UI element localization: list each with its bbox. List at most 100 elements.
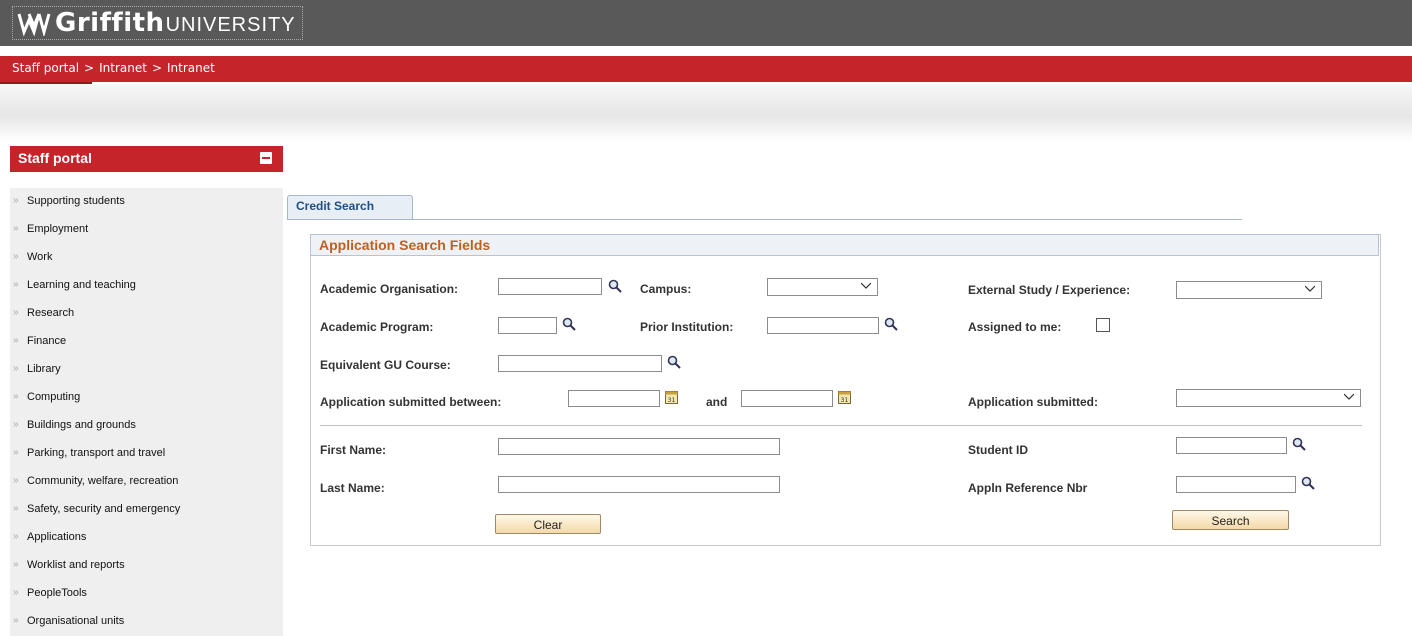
academic-organisation-label: Academic Organisation: xyxy=(320,282,459,296)
campus-select[interactable] xyxy=(767,278,878,296)
academic-program-input[interactable] xyxy=(498,317,557,334)
chevron-right-icon: » xyxy=(13,195,19,206)
sidebar-item-label: Community, welfare, recreation xyxy=(27,475,179,487)
sidebar-item-label: Finance xyxy=(27,335,67,347)
sidebar-item-label: Buildings and grounds xyxy=(27,419,136,431)
chevron-right-icon: » xyxy=(13,503,19,514)
clear-button[interactable]: Clear xyxy=(495,514,601,534)
prior-institution-label: Prior Institution: xyxy=(640,320,734,334)
student-id-lookup-icon[interactable] xyxy=(1292,437,1306,451)
first-name-input[interactable] xyxy=(498,438,780,455)
appln-reference-lookup-icon[interactable] xyxy=(1301,476,1315,490)
application-submitted-select[interactable] xyxy=(1176,389,1361,407)
chevron-right-icon: » xyxy=(13,587,19,598)
sidebar-item-buildings-grounds[interactable]: » Buildings and grounds xyxy=(10,412,283,440)
sidebar-item-label: Work xyxy=(27,251,53,263)
student-id-input[interactable] xyxy=(1176,437,1287,454)
external-study-label: External Study / Experience: xyxy=(968,283,1131,297)
assigned-to-me-label: Assigned to me: xyxy=(968,320,1062,334)
submitted-to-date-input[interactable] xyxy=(741,390,833,407)
chevron-right-icon: » xyxy=(13,307,19,318)
chevron-right-icon: » xyxy=(13,531,19,542)
breadcrumb-separator: > xyxy=(84,61,95,75)
chevron-right-icon: » xyxy=(13,223,19,234)
sidebar-item-community-welfare[interactable]: » Community, welfare, recreation xyxy=(10,468,283,496)
tab-credit-search-label: Credit Search xyxy=(296,199,375,213)
sidebar-item-worklist-reports[interactable]: » Worklist and reports xyxy=(10,552,283,580)
collapse-minus-icon[interactable] xyxy=(260,152,272,164)
chevron-right-icon: » xyxy=(13,251,19,262)
chevron-right-icon: » xyxy=(13,447,19,458)
sidebar-item-label: Safety, security and emergency xyxy=(27,503,181,515)
sidebar-item-work[interactable]: » Work xyxy=(10,244,283,272)
sidebar-item-parking-transport[interactable]: » Parking, transport and travel xyxy=(10,440,283,468)
sidebar-title: Staff portal xyxy=(18,150,92,166)
sidebar-item-label: Supporting students xyxy=(27,195,125,207)
chevron-right-icon: » xyxy=(13,419,19,430)
sidebar-item-library[interactable]: » Library xyxy=(10,356,283,384)
search-button[interactable]: Search xyxy=(1172,510,1289,530)
appln-reference-input[interactable] xyxy=(1176,476,1296,493)
griffith-logo-icon xyxy=(17,13,51,36)
sidebar-item-supporting-students[interactable]: » Supporting students xyxy=(10,188,283,216)
svg-text:31: 31 xyxy=(841,397,849,404)
prior-institution-input[interactable] xyxy=(767,317,879,334)
breadcrumb-item-intranet-current[interactable]: Intranet xyxy=(167,61,215,75)
sidebar-item-label: Parking, transport and travel xyxy=(27,447,166,459)
submitted-from-date-input[interactable] xyxy=(568,390,660,407)
sidebar-item-label: Research xyxy=(27,307,75,319)
submitted-between-label: Application submitted between: xyxy=(320,395,502,409)
prior-institution-lookup-icon[interactable] xyxy=(884,317,898,331)
sidebar-item-label: Worklist and reports xyxy=(27,559,125,571)
academic-organisation-lookup-icon[interactable] xyxy=(608,279,622,293)
chevron-right-icon: » xyxy=(13,475,19,486)
appln-reference-label: Appln Reference Nbr xyxy=(968,481,1088,495)
chevron-right-icon: » xyxy=(13,335,19,346)
external-study-select[interactable] xyxy=(1176,281,1322,299)
sidebar-item-label: Employment xyxy=(27,223,89,235)
last-name-label: Last Name: xyxy=(320,481,385,495)
sidebar-item-learning-teaching[interactable]: » Learning and teaching xyxy=(10,272,283,300)
sidebar-item-employment[interactable]: » Employment xyxy=(10,216,283,244)
equivalent-course-label: Equivalent GU Course: xyxy=(320,358,451,372)
application-submitted-label: Application submitted: xyxy=(968,395,1098,409)
sidebar-item-peopletools[interactable]: » PeopleTools xyxy=(10,580,283,608)
sidebar-item-applications[interactable]: » Applications xyxy=(10,524,283,552)
sidebar-item-finance[interactable]: » Finance xyxy=(10,328,283,356)
academic-program-lookup-icon[interactable] xyxy=(562,317,576,331)
academic-organisation-input[interactable] xyxy=(498,278,602,295)
logo-university-text: UNIVERSITY xyxy=(165,13,296,36)
chevron-right-icon: » xyxy=(13,363,19,374)
tab-underline xyxy=(287,219,1242,220)
breadcrumb-separator: > xyxy=(151,61,163,75)
breadcrumb-item-intranet[interactable]: Intranet xyxy=(99,61,147,75)
calendar-icon[interactable]: 31 xyxy=(665,390,678,404)
sidebar-item-computing[interactable]: » Computing xyxy=(10,384,283,412)
header-gradient-band xyxy=(0,84,1412,142)
logo-brand-text: Griffith xyxy=(55,8,165,38)
sidebar-menu: » Supporting students » Employment » Work »… xyxy=(10,188,283,636)
last-name-input[interactable] xyxy=(498,476,780,493)
sidebar-item-label: Organisational units xyxy=(27,615,125,627)
equivalent-course-lookup-icon[interactable] xyxy=(667,355,681,369)
sidebar-item-label: Computing xyxy=(27,391,81,403)
breadcrumb-item-staff-portal[interactable]: Staff portal xyxy=(12,61,79,75)
academic-program-label: Academic Program: xyxy=(320,320,434,334)
svg-text:31: 31 xyxy=(668,397,676,404)
assigned-to-me-checkbox[interactable] xyxy=(1096,318,1110,332)
chevron-right-icon: » xyxy=(13,391,19,402)
chevron-right-icon: » xyxy=(13,279,19,290)
chevron-down-icon xyxy=(861,282,871,289)
calendar-icon[interactable]: 31 xyxy=(838,390,851,404)
griffith-university-logo[interactable]: Griffith UNIVERSITY xyxy=(12,6,303,40)
first-name-label: First Name: xyxy=(320,443,387,457)
chevron-right-icon: » xyxy=(13,559,19,570)
sidebar-item-label: Learning and teaching xyxy=(27,279,136,291)
sidebar-item-research[interactable]: » Research xyxy=(10,300,283,328)
breadcrumb: Staff portal > Intranet > Intranet xyxy=(12,61,215,75)
sidebar-item-safety-security[interactable]: » Safety, security and emergency xyxy=(10,496,283,524)
equivalent-course-input[interactable] xyxy=(498,355,662,372)
sidebar-item-organisational-units[interactable]: » Organisational units xyxy=(10,608,283,636)
sidebar-item-label: PeopleTools xyxy=(27,587,87,599)
and-label: and xyxy=(706,395,728,409)
